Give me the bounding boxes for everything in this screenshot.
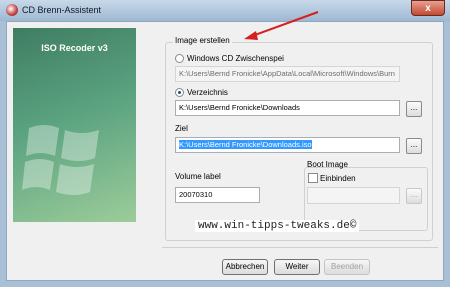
- radio-folder-label: Verzeichnis: [187, 88, 228, 97]
- browse-target-button[interactable]: ...: [406, 138, 422, 154]
- target-path-input[interactable]: K:\Users\Bernd Fronicke\Downloads.iso: [175, 137, 400, 153]
- close-button[interactable]: x: [411, 0, 445, 16]
- boot-image-title: Boot Image: [307, 160, 348, 169]
- window-title: CD Brenn-Assistent: [22, 5, 102, 15]
- button-separator: [162, 247, 438, 248]
- windows-logo-icon: [22, 125, 99, 195]
- image-group-title: Image erstellen: [173, 36, 232, 45]
- volume-label-input[interactable]: 20070310: [175, 187, 260, 203]
- browse-source-button[interactable]: ...: [406, 101, 422, 117]
- cancel-button[interactable]: Abbrechen: [222, 259, 268, 275]
- radio-windows-cd-cache-label: Windows CD Zwischenspei: [187, 54, 284, 63]
- wizard-body: ISO Recoder v3 Image erstellen Windows C…: [6, 21, 444, 281]
- target-label: Ziel: [175, 124, 188, 133]
- next-button[interactable]: Weiter: [274, 259, 320, 275]
- radio-folder[interactable]: [175, 88, 184, 97]
- cd-icon: [6, 4, 18, 16]
- boot-image-path-field: [307, 187, 400, 204]
- finish-button: Beenden: [324, 259, 370, 275]
- browse-boot-button: ...: [406, 188, 422, 204]
- target-path-selection: K:\Users\Bernd Fronicke\Downloads.iso: [179, 140, 312, 149]
- boot-include-checkbox[interactable]: [308, 173, 318, 183]
- boot-include-label: Einbinden: [320, 174, 356, 183]
- radio-windows-cd-cache[interactable]: [175, 54, 184, 63]
- watermark-text: www.win-tipps-tweaks.de©: [195, 220, 360, 232]
- title-bar: CD Brenn-Assistent x: [0, 0, 450, 21]
- source-folder-input[interactable]: K:\Users\Bernd Fronicke\Downloads: [175, 100, 400, 116]
- wizard-banner: ISO Recoder v3: [13, 28, 136, 222]
- cache-path-field: K:\Users\Bernd Fronicke\AppData\Local\Mi…: [175, 66, 400, 82]
- volume-label-caption: Volume label: [175, 172, 221, 181]
- banner-title: ISO Recoder v3: [41, 43, 108, 53]
